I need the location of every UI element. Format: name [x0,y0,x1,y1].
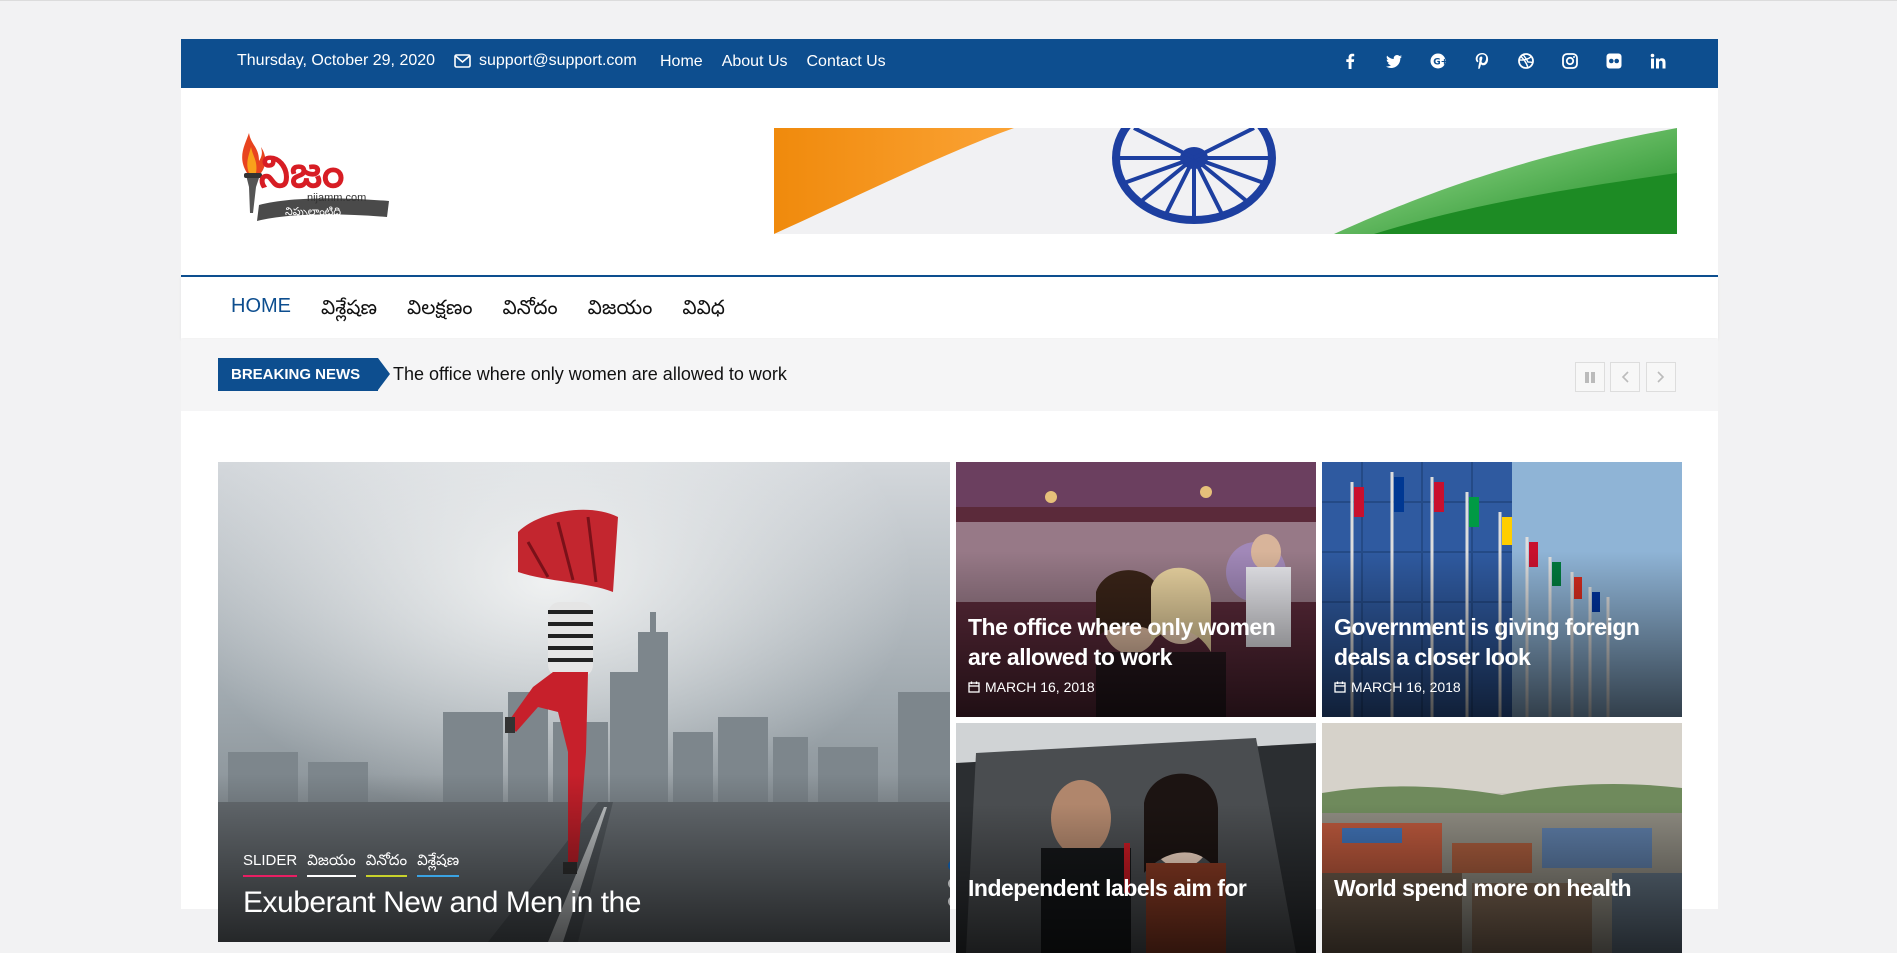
top-nav: Home About Us Contact Us [660,53,886,71]
social-links: G+ [1340,51,1668,71]
news-tile-date-text: MARCH 16, 2018 [1351,679,1461,695]
pause-icon [1585,371,1595,383]
tag-success[interactable]: విజయం [307,852,356,877]
logo-tagline: నిప్పులాంటిది [285,205,341,219]
calendar-icon [968,681,980,693]
news-tile-title[interactable]: World spend more on health [1334,873,1670,903]
news-tile-date: MARCH 16, 2018 [968,679,1095,695]
nav-home[interactable]: HOME [231,295,291,324]
ticker-prev-button[interactable] [1610,362,1640,392]
news-tile-date: MARCH 16, 2018 [1334,679,1461,695]
flickr-icon[interactable] [1604,51,1624,71]
header-banner-image[interactable] [774,128,1677,234]
top-nav-about[interactable]: About Us [722,53,788,71]
instagram-icon[interactable] [1560,51,1580,71]
breaking-news-headline[interactable]: The office where only women are allowed … [393,364,787,385]
logo-text: నిజం [259,147,344,198]
nav-unique[interactable]: విలక్షణం [407,295,473,324]
news-tile-title[interactable]: The office where only women are allowed … [968,612,1304,672]
featured-title[interactable]: Exuberant New and Men in the [243,888,938,918]
support-email-text: support@support.com [479,52,637,69]
featured-tags: SLIDER విజయం వినోదం విశ్లేషణ [243,852,460,877]
pinterest-icon[interactable] [1472,51,1492,71]
breaking-news-label: BREAKING NEWS [218,358,390,391]
site-logo[interactable]: నిజం nijamm.com నిప్పులాంటిది [229,125,399,225]
slider-dot-3[interactable] [948,896,950,907]
chevron-left-icon [1621,371,1629,383]
svg-text:G+: G+ [1433,58,1446,68]
linkedin-icon[interactable] [1648,51,1668,71]
nav-entertainment[interactable]: వినోదం [503,295,558,324]
news-tile-date-text: MARCH 16, 2018 [985,679,1095,695]
page-container: Thursday, October 29, 2020 support@suppo… [181,39,1718,953]
tag-analysis[interactable]: విశ్లేషణ [417,852,460,877]
calendar-icon [1334,681,1346,693]
nav-analysis[interactable]: విశ్లేషణ [321,295,377,324]
news-tile[interactable]: World spend more on health [1322,723,1682,953]
main-navigation: HOME విశ్లేషణ విలక్షణం వినోదం విజయం వివి… [181,275,1718,338]
slider-dots [948,860,950,914]
top-nav-contact[interactable]: Contact Us [807,53,886,71]
current-date: Thursday, October 29, 2020 [237,52,436,69]
google-plus-icon[interactable]: G+ [1428,51,1448,71]
news-tile-title[interactable]: Government is giving foreign deals a clo… [1334,612,1670,672]
featured-slide[interactable]: SLIDER విజయం వినోదం విశ్లేషణ Exuberant N… [218,462,950,942]
top-bar: Thursday, October 29, 2020 support@suppo… [181,39,1718,88]
news-tile[interactable]: The office where only women are allowed … [956,462,1316,717]
nav-success[interactable]: విజయం [588,295,653,324]
logo-domain: nijamm.com [307,192,366,204]
tag-slider[interactable]: SLIDER [243,852,298,877]
twitter-icon[interactable] [1384,51,1404,71]
tag-entertainment[interactable]: వినోదం [365,852,408,877]
breaking-news-bar: BREAKING NEWS The office where only wome… [181,339,1718,411]
ticker-pause-button[interactable] [1575,362,1605,392]
nav-misc[interactable]: వివిధ [682,295,725,324]
envelope-icon [454,54,471,68]
news-tile[interactable]: Government is giving foreign deals a clo… [1322,462,1682,717]
slider-dot-1[interactable] [948,860,950,871]
chevron-right-icon [1657,371,1665,383]
ticker-next-button[interactable] [1646,362,1676,392]
slider-dot-2[interactable] [948,878,950,889]
top-nav-home[interactable]: Home [660,53,703,71]
support-email[interactable]: support@support.com [454,52,637,70]
facebook-icon[interactable] [1340,51,1360,71]
dribbble-icon[interactable] [1516,51,1536,71]
news-tile-title[interactable]: Independent labels aim for [968,873,1304,903]
news-tile[interactable]: Independent labels aim for [956,723,1316,953]
